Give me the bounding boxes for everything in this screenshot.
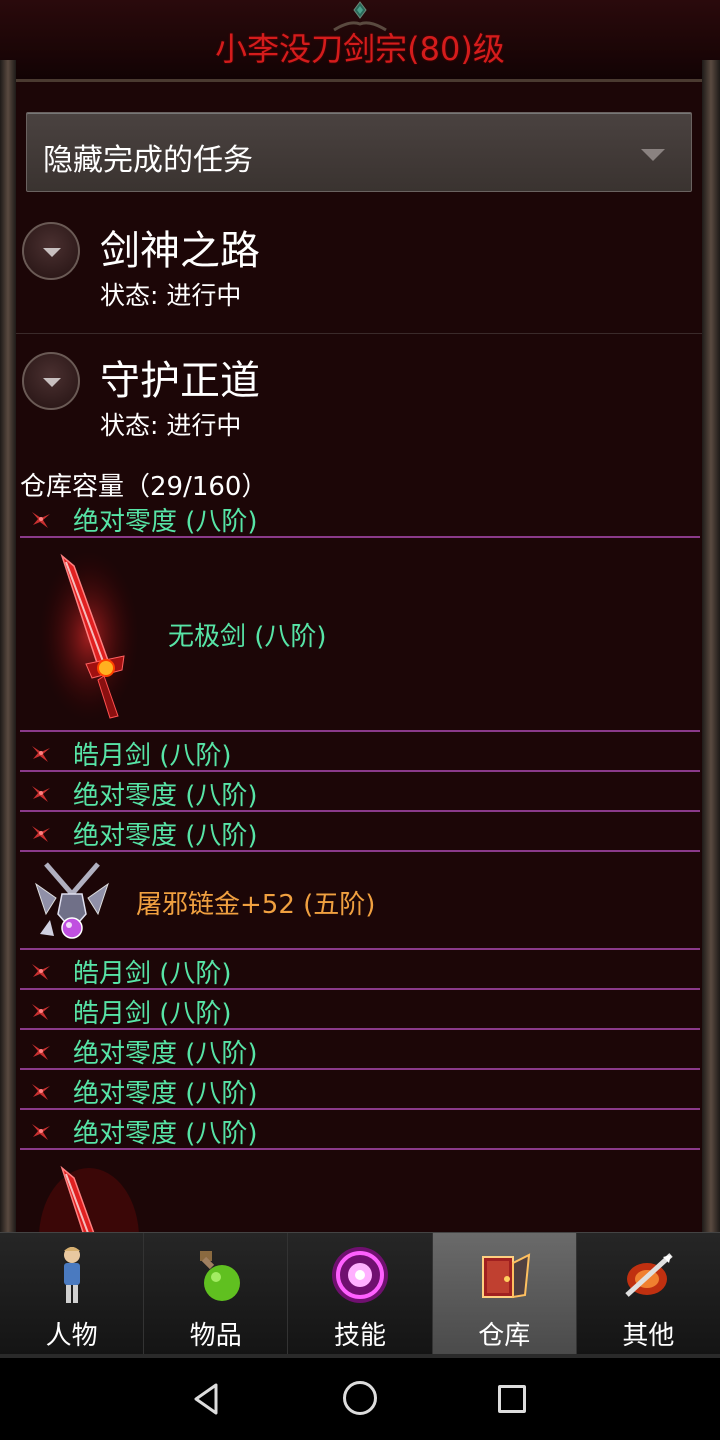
warehouse-icon	[481, 1253, 530, 1299]
item-name: 绝对零度 (八阶)	[73, 1039, 258, 1069]
item-name: 绝对零度 (八阶)	[73, 821, 258, 851]
item-name: 绝对零度 (八阶)	[73, 507, 258, 537]
storage-item[interactable]: 皓月剑 (八阶)	[20, 732, 700, 772]
character-title: 小李没刀剑宗(80)级	[215, 30, 505, 68]
item-name: 绝对零度 (八阶)	[73, 1119, 258, 1149]
quest-title: 守护正道	[100, 358, 260, 404]
divider	[16, 333, 702, 334]
item-star-icon	[32, 1124, 50, 1140]
storage-list: 绝对零度 (八阶) 无极剑 (八阶) 皓月剑 (八阶) 绝对零度 (八阶) 绝对…	[20, 498, 700, 1232]
quest-item[interactable]: 守护正道 状态: 进行中	[16, 336, 702, 464]
tab-warehouse[interactable]: 仓库	[432, 1233, 577, 1356]
bottom-tab-bar: 人物 物品 技能 仓库 其他	[0, 1232, 720, 1356]
item-name: 无极剑 (八阶)	[168, 622, 327, 652]
system-nav-bar	[0, 1358, 720, 1440]
item-star-icon	[32, 826, 50, 842]
amulet-icon	[35, 862, 109, 939]
storage-item[interactable]	[20, 1150, 700, 1232]
expand-toggle-icon[interactable]	[22, 352, 80, 410]
item-name: 绝对零度 (八阶)	[73, 781, 258, 811]
chevron-down-icon	[641, 149, 665, 161]
tab-items[interactable]: 物品	[144, 1233, 289, 1356]
tab-label: 技能	[334, 1321, 387, 1351]
tab-label: 仓库	[478, 1321, 531, 1351]
item-name: 皓月剑 (八阶)	[73, 999, 232, 1029]
quest-filter-dropdown[interactable]: 隐藏完成的任务	[26, 112, 692, 192]
tab-label: 物品	[189, 1321, 242, 1351]
title-bar: 小李没刀剑宗(80)级	[0, 0, 720, 82]
storage-item[interactable]: 绝对零度 (八阶)	[20, 812, 700, 852]
item-star-icon	[32, 786, 50, 802]
item-name: 绝对零度 (八阶)	[73, 1079, 258, 1109]
frame-right	[702, 60, 720, 1235]
storage-item[interactable]: 绝对零度 (八阶)	[20, 1030, 700, 1070]
item-star-icon	[32, 964, 50, 980]
item-star-icon	[32, 1004, 50, 1020]
red-sword-icon	[39, 551, 139, 721]
quest-title: 剑神之路	[100, 228, 260, 274]
quest-status: 状态: 进行中	[100, 281, 242, 310]
storage-item[interactable]: 绝对零度 (八阶)	[20, 1110, 700, 1150]
quest-item[interactable]: 剑神之路 状态: 进行中	[16, 206, 702, 334]
item-star-icon	[32, 746, 50, 762]
tab-skills[interactable]: 技能	[288, 1233, 433, 1356]
storage-item[interactable]: 皓月剑 (八阶)	[20, 990, 700, 1030]
back-icon[interactable]	[190, 1382, 224, 1416]
storage-item[interactable]: 无极剑 (八阶)	[20, 538, 700, 732]
frame-left	[0, 60, 16, 1235]
tab-character[interactable]: 人物	[0, 1233, 145, 1356]
red-sword-icon	[39, 1165, 139, 1232]
item-star-icon	[32, 512, 50, 528]
sword-shield-icon	[625, 1253, 673, 1297]
tab-other[interactable]: 其他	[576, 1233, 720, 1356]
storage-item[interactable]: 屠邪链金+52 (五阶)	[20, 852, 700, 950]
tab-label: 其他	[622, 1321, 675, 1351]
potion-icon	[200, 1251, 241, 1301]
storage-item[interactable]: 绝对零度 (八阶)	[20, 772, 700, 812]
tab-label: 人物	[45, 1321, 98, 1351]
home-icon[interactable]	[343, 1381, 377, 1415]
character-icon	[64, 1247, 80, 1303]
storage-item[interactable]: 皓月剑 (八阶)	[20, 950, 700, 990]
storage-item[interactable]: 绝对零度 (八阶)	[20, 1070, 700, 1110]
expand-toggle-icon[interactable]	[22, 222, 80, 280]
item-star-icon	[32, 1044, 50, 1060]
item-star-icon	[32, 1084, 50, 1100]
storage-item[interactable]: 绝对零度 (八阶)	[20, 498, 700, 538]
skill-orb-icon	[332, 1247, 389, 1303]
recent-apps-icon[interactable]	[498, 1385, 526, 1413]
quest-status: 状态: 进行中	[100, 411, 242, 440]
main-panel: 隐藏完成的任务 剑神之路 状态: 进行中 守护正道 状态: 进行中 仓库容量（2…	[16, 82, 702, 1232]
quest-filter-label: 隐藏完成的任务	[43, 143, 253, 178]
item-name: 皓月剑 (八阶)	[73, 741, 232, 771]
item-name: 皓月剑 (八阶)	[73, 959, 232, 989]
item-name: 屠邪链金+52 (五阶)	[136, 890, 376, 920]
